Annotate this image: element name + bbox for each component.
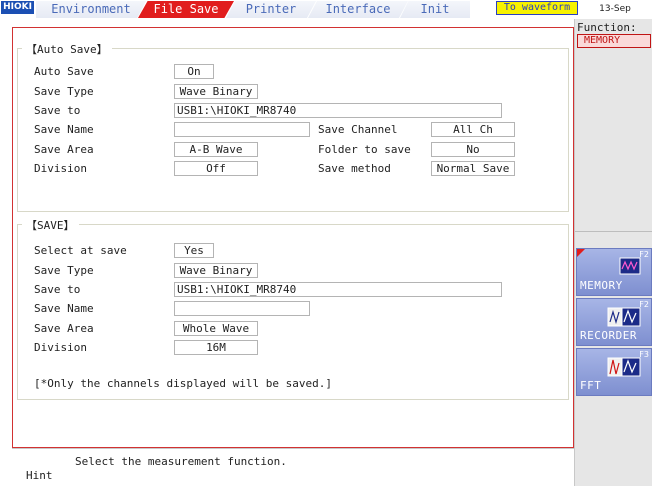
auto-save-type-label: Save Type [34, 85, 94, 98]
division-field[interactable]: 16M [174, 340, 258, 355]
memory-button-label: MEMORY [580, 279, 623, 292]
tab-environment[interactable]: Environment [36, 1, 146, 18]
hint-area: Select the measurement function. Hint [12, 448, 574, 486]
tab-init[interactable]: Init [400, 1, 470, 18]
auto-save-name-label: Save Name [34, 123, 94, 136]
tab-interface[interactable]: Interface [308, 1, 408, 18]
save-to-field[interactable]: USB1:\HIOKI_MR8740 [174, 282, 502, 297]
auto-save-type-field[interactable]: Wave Binary [174, 84, 258, 99]
hioki-logo: HIOKI [1, 1, 34, 14]
select-at-save-field[interactable]: Yes [174, 243, 214, 258]
save-channel-field[interactable]: All Ch [431, 122, 515, 137]
function-value[interactable]: MEMORY [577, 34, 651, 48]
save-area-field[interactable]: Whole Wave [174, 321, 258, 336]
file-save-panel: 【Auto Save】 Auto Save On Save Type Wave … [12, 27, 574, 448]
recorder-function-button[interactable]: F2 RECORDER [576, 298, 652, 346]
recorder-button-label: RECORDER [580, 329, 637, 342]
top-tab-bar: HIOKI Environment Printer Interface Init… [0, 0, 652, 30]
auto-save-to-label: Save to [34, 104, 81, 117]
function-sidebar: Function: MEMORY F2 MEMORY F2 RECORDER F… [574, 19, 652, 486]
hint-text: Select the measurement function. [75, 455, 287, 468]
memory-waveform-icon [619, 257, 641, 275]
channels-note: [*Only the channels displayed will be sa… [34, 377, 333, 390]
save-channel-label: Save Channel [318, 123, 398, 136]
save-area-label: Save Area [34, 322, 94, 335]
auto-save-to-field[interactable]: USB1:\HIOKI_MR8740 [174, 103, 502, 118]
save-to-label: Save to [34, 283, 81, 296]
save-title: 【SAVE】 [22, 217, 79, 233]
save-method-label: Save method [318, 162, 391, 175]
selected-marker [577, 249, 585, 257]
to-waveform-button[interactable]: To waveform [496, 1, 578, 15]
auto-save-area-label: Save Area [34, 143, 94, 156]
tab-printer[interactable]: Printer [226, 1, 316, 18]
recorder-waveform-icon [607, 307, 641, 327]
save-name-field[interactable] [174, 301, 310, 316]
tab-file-save[interactable]: File Save [138, 1, 234, 18]
auto-save-title: 【Auto Save】 [22, 41, 112, 57]
save-type-label: Save Type [34, 264, 94, 277]
folder-to-save-field[interactable]: No [431, 142, 515, 157]
memory-function-button[interactable]: F2 MEMORY [576, 248, 652, 296]
sidebar-divider [575, 231, 652, 232]
auto-save-field[interactable]: On [174, 64, 214, 79]
select-at-save-label: Select at save [34, 244, 127, 257]
save-name-label: Save Name [34, 302, 94, 315]
auto-save-name-field[interactable] [174, 122, 310, 137]
fft-button-label: FFT [580, 379, 602, 392]
auto-division-label: Division [34, 162, 87, 175]
datetime-display: 13-Sep 16:00:37 [595, 4, 635, 30]
auto-division-field[interactable]: Off [174, 161, 258, 176]
save-method-field[interactable]: Normal Save [431, 161, 515, 176]
save-type-field[interactable]: Wave Binary [174, 263, 258, 278]
division-label: Division [34, 341, 87, 354]
auto-save-section: 【Auto Save】 Auto Save On Save Type Wave … [17, 41, 569, 212]
save-section: 【SAVE】 Select at save Yes Save Type Wave… [17, 217, 569, 400]
hint-label: Hint [26, 469, 53, 482]
folder-to-save-label: Folder to save [318, 143, 411, 156]
auto-save-label: Auto Save [34, 65, 94, 78]
auto-save-area-field[interactable]: A-B Wave [174, 142, 258, 157]
function-label: Function: [577, 21, 637, 34]
fft-spectrum-icon [607, 357, 641, 377]
fft-function-button[interactable]: F3 FFT [576, 348, 652, 396]
